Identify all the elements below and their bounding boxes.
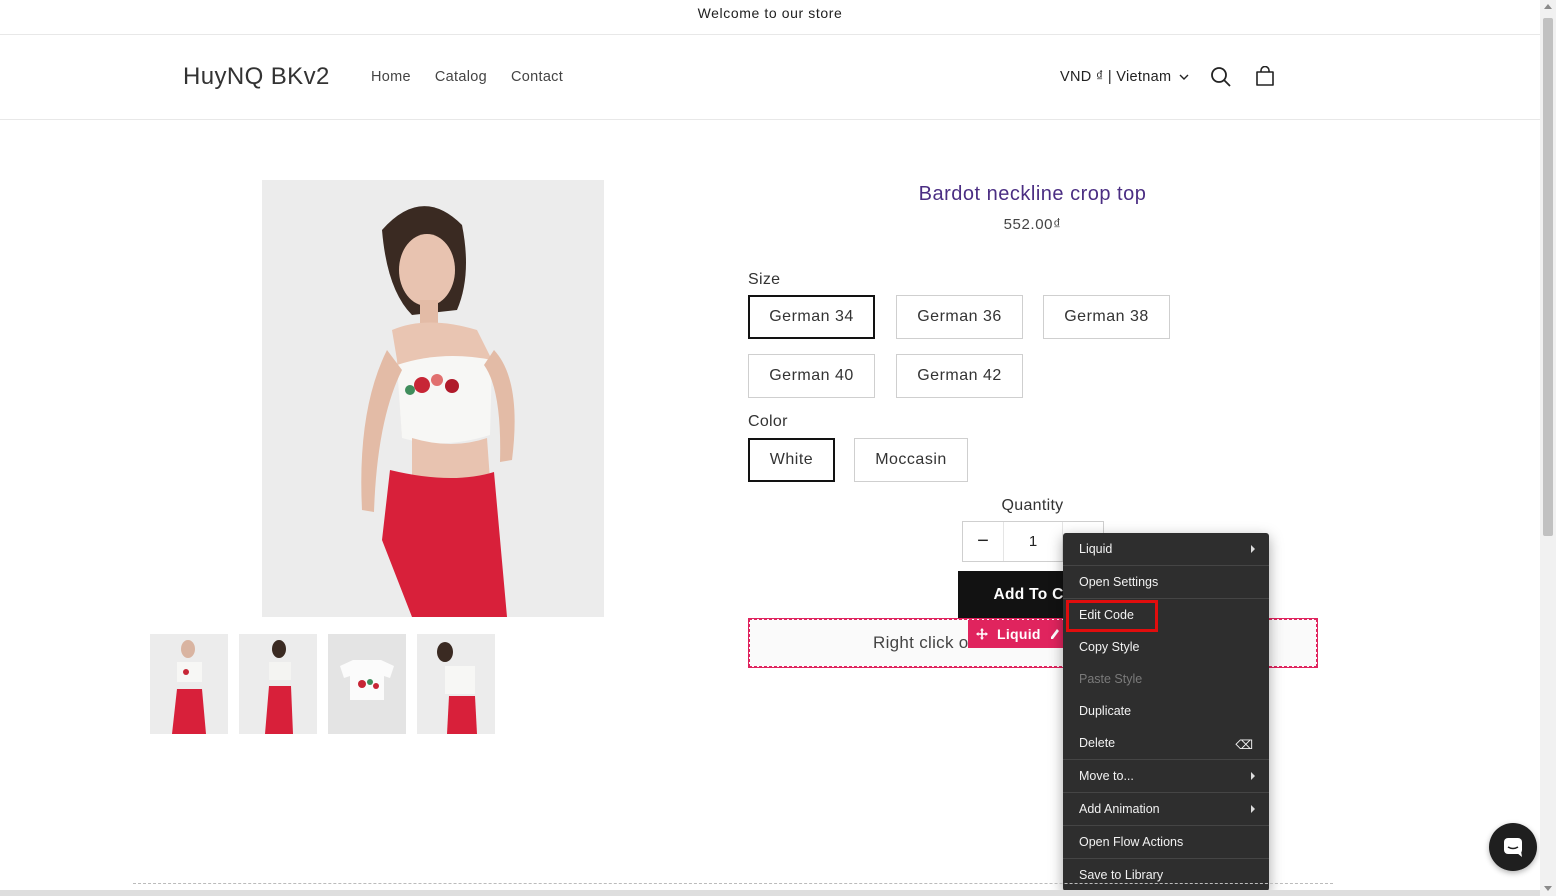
cart-icon[interactable] [1253,65,1277,89]
menu-item-liquid[interactable]: Liquid [1063,534,1269,564]
menu-item-copy-style-label: Copy Style [1079,640,1140,654]
menu-item-move-to-label: Move to... [1079,769,1134,783]
menu-divider [1063,759,1269,760]
horizontal-scrollbar[interactable] [0,890,1540,896]
color-option-moccasin[interactable]: Moccasin [854,438,968,482]
context-menu: Liquid Open Settings Edit Code Copy Styl… [1063,533,1269,891]
menu-item-open-settings-label: Open Settings [1079,575,1159,589]
color-label: Color [748,413,788,430]
size-option-german-40[interactable]: German 40 [748,354,875,398]
edit-code-highlight [1066,600,1158,632]
menu-item-add-animation[interactable]: Add Animation [1063,794,1269,824]
submenu-arrow-icon [1251,545,1255,553]
announcement-text: Welcome to our store [697,5,843,21]
edit-pencil-icon[interactable] [1050,628,1060,640]
color-option-white[interactable]: White [748,438,835,482]
chat-widget-button[interactable] [1489,823,1537,871]
add-to-cart-label: Add To Ca [993,585,1073,603]
menu-item-liquid-label: Liquid [1079,542,1113,556]
menu-item-move-to[interactable]: Move to... [1063,761,1269,791]
thumbnail-3[interactable] [328,634,406,734]
quantity-input[interactable]: 1 [1003,522,1063,561]
menu-item-add-animation-label: Add Animation [1079,802,1160,816]
store-logo[interactable]: HuyNQ BKv2 [183,63,330,91]
nav-home[interactable]: Home [371,69,411,85]
nav-catalog[interactable]: Catalog [435,69,487,85]
menu-item-copy-style[interactable]: Copy Style [1063,632,1269,662]
section-boundary [133,883,1333,884]
size-option-german-34[interactable]: German 34 [748,295,875,339]
currency-selector[interactable]: VND ₫ | Vietnam [1060,69,1189,85]
product-main-image[interactable] [262,180,604,617]
menu-item-duplicate[interactable]: Duplicate [1063,696,1269,726]
quantity-label: Quantity [1001,497,1064,514]
move-icon[interactable] [976,628,988,640]
announcement-bar: Welcome to our store [0,0,1540,35]
menu-item-save-to-library[interactable]: Save to Library [1063,860,1269,890]
backspace-icon: ⌫ [1235,738,1253,752]
product-price: 552.00₫ [1003,216,1062,233]
product-title: Bardot neckline crop top [918,183,1147,205]
menu-item-open-flow-actions[interactable]: Open Flow Actions [1063,827,1269,857]
menu-item-save-to-library-label: Save to Library [1079,868,1164,882]
liquid-placeholder-text: Right click o [873,633,969,652]
quantity-decrease-button[interactable]: − [963,522,1003,561]
menu-item-delete-label: Delete [1079,736,1116,750]
liquid-badge-label: Liquid [997,626,1041,642]
size-option-german-42[interactable]: German 42 [896,354,1023,398]
menu-item-paste-style-label: Paste Style [1079,672,1143,686]
size-option-german-36[interactable]: German 36 [896,295,1023,339]
chevron-down-icon [1179,74,1189,80]
product-thumbnails [150,634,495,734]
menu-divider [1063,825,1269,826]
menu-divider [1063,598,1269,599]
search-icon[interactable] [1209,65,1233,89]
site-header: HuyNQ BKv2 Home Catalog Contact VND ₫ | … [0,35,1540,120]
thumbnail-4[interactable] [417,634,495,734]
liquid-element-badge[interactable]: Liquid [968,620,1070,648]
main-nav: Home Catalog Contact [371,69,563,85]
size-label: Size [748,271,781,288]
scrollbar-thumb[interactable] [1543,18,1553,536]
menu-divider [1063,792,1269,793]
submenu-arrow-icon [1251,805,1255,813]
thumbnail-2[interactable] [239,634,317,734]
size-option-german-38[interactable]: German 38 [1043,295,1170,339]
thumbnail-1[interactable] [150,634,228,734]
menu-item-open-flow-actions-label: Open Flow Actions [1079,835,1184,849]
menu-item-open-settings[interactable]: Open Settings [1063,567,1269,597]
scroll-down-arrow-icon[interactable] [1544,886,1552,891]
menu-divider [1063,858,1269,859]
chat-icon [1504,838,1522,857]
submenu-arrow-icon [1251,772,1255,780]
menu-item-paste-style: Paste Style [1063,664,1269,694]
menu-item-duplicate-label: Duplicate [1079,704,1132,718]
menu-item-delete[interactable]: Delete ⌫ [1063,728,1269,758]
currency-label: VND ₫ | Vietnam [1060,69,1172,85]
nav-contact[interactable]: Contact [511,69,563,85]
menu-divider [1063,565,1269,566]
scroll-up-arrow-icon[interactable] [1544,4,1552,9]
